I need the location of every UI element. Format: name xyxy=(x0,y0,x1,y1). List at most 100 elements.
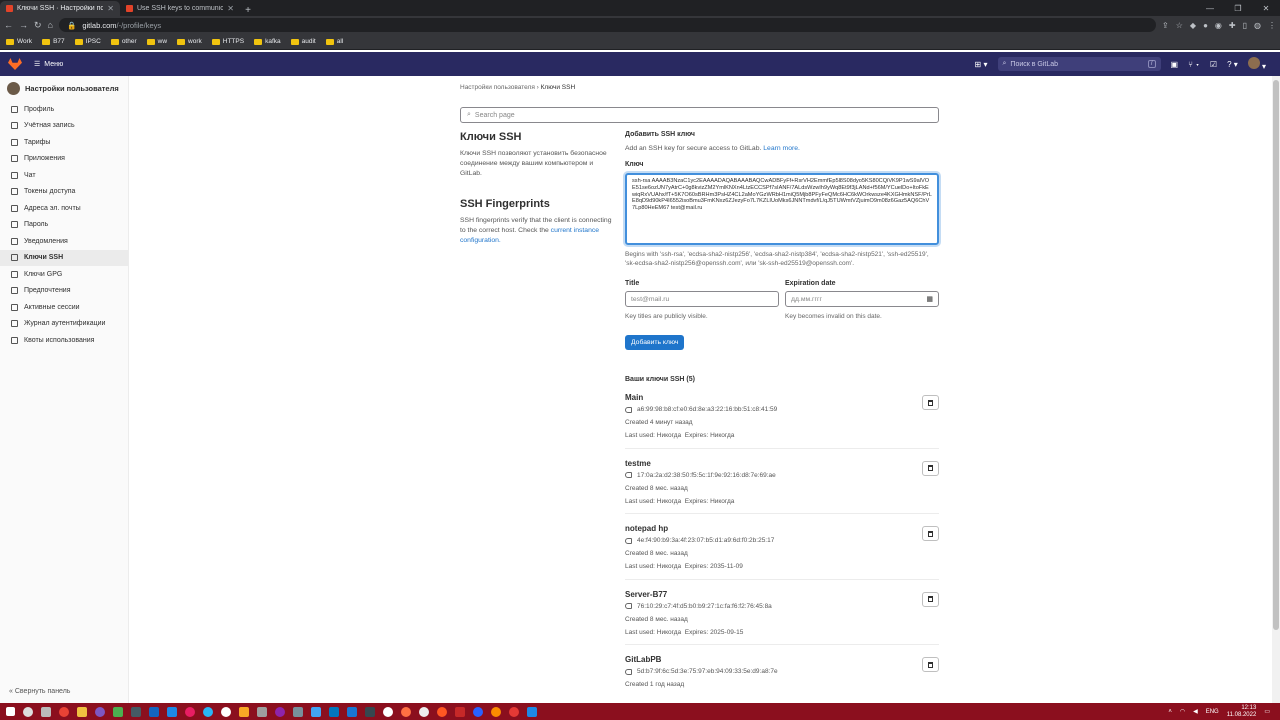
merge-requests-icon[interactable]: ⑂ ▾ xyxy=(1188,60,1200,69)
user-avatar-menu[interactable]: ▾ xyxy=(1247,57,1266,71)
collapse-sidebar-button[interactable]: « Свернуть панель xyxy=(9,688,70,695)
forward-icon[interactable]: → xyxy=(19,20,28,30)
puzzle-icon[interactable]: ✚ xyxy=(1229,21,1236,30)
back-icon[interactable]: ← xyxy=(4,20,13,30)
app-icon[interactable] xyxy=(437,706,447,717)
delete-key-button[interactable] xyxy=(922,657,939,672)
extension-icon[interactable]: ● xyxy=(1203,21,1208,30)
app-icon[interactable] xyxy=(221,706,231,717)
bookmark-folder[interactable]: ww xyxy=(146,38,167,45)
bookmark-folder[interactable]: other xyxy=(110,38,137,45)
extension-icon[interactable]: ◆ xyxy=(1190,21,1196,30)
delete-key-button[interactable] xyxy=(922,395,939,410)
word-icon[interactable] xyxy=(167,706,177,717)
page-scrollbar[interactable] xyxy=(1272,76,1280,703)
sidebar-item-emails[interactable]: Адреса эл. почты xyxy=(0,200,128,217)
app-icon[interactable] xyxy=(329,706,339,717)
profile-icon[interactable]: ◍ xyxy=(1254,21,1261,30)
key-title-link[interactable]: Server-B77 xyxy=(625,590,939,599)
add-key-button[interactable]: Добавить ключ xyxy=(625,335,685,350)
expiration-date-input[interactable]: дд.мм.гггг ▦ xyxy=(785,291,939,307)
close-window-icon[interactable]: ✕ xyxy=(1252,4,1280,13)
bookmark-star-icon[interactable]: ☆ xyxy=(1176,21,1183,30)
bookmark-folder[interactable]: audit xyxy=(290,38,316,45)
chrome-icon[interactable] xyxy=(509,706,519,717)
app-icon[interactable] xyxy=(419,706,429,717)
title-input[interactable]: test@mail.ru xyxy=(625,291,779,307)
gitlab-logo-icon[interactable] xyxy=(8,58,22,70)
sidebar-item-access-tokens[interactable]: Токены доступа xyxy=(0,184,128,201)
app-icon[interactable] xyxy=(95,706,105,717)
windows-start-icon[interactable] xyxy=(6,707,15,716)
wifi-icon[interactable]: ◠ xyxy=(1180,708,1185,715)
breadcrumb-current[interactable]: Ключи SSH xyxy=(541,84,576,91)
app-icon[interactable] xyxy=(383,706,393,717)
sidebar-item-preferences[interactable]: Предпочтения xyxy=(0,283,128,300)
app-icon[interactable] xyxy=(275,706,285,717)
share-icon[interactable]: ⇪ xyxy=(1162,21,1169,30)
app-icon[interactable] xyxy=(455,706,465,717)
bookmark-folder[interactable]: HTTPS xyxy=(211,38,244,45)
sidebar-item-profile[interactable]: Профиль xyxy=(0,101,128,118)
sidebar-item-auth-log[interactable]: Журнал аутентификации xyxy=(0,316,128,333)
app-icon[interactable] xyxy=(401,706,411,717)
language-indicator[interactable]: ENG xyxy=(1206,709,1219,715)
reload-icon[interactable]: ↻ xyxy=(34,20,42,31)
menu-button[interactable]: ☰ Меню xyxy=(34,60,63,69)
sidebar-item-applications[interactable]: Приложения xyxy=(0,151,128,168)
app-icon[interactable] xyxy=(185,706,195,717)
app-icon[interactable] xyxy=(131,706,141,717)
gitlab-search-input[interactable]: ⌕ Поиск в GitLab / xyxy=(997,57,1161,71)
close-tab-icon[interactable]: ✕ xyxy=(227,4,234,13)
browser-tab-active[interactable]: Ключи SSH · Настройки пользова ✕ xyxy=(0,1,120,16)
bookmark-folder[interactable]: kafka xyxy=(254,38,281,45)
todo-icon[interactable]: ☑ xyxy=(1210,60,1217,69)
app-icon[interactable] xyxy=(365,706,375,717)
app-icon[interactable] xyxy=(527,706,537,717)
new-item-icon[interactable]: ⊞ ▾ xyxy=(975,60,988,69)
browser-tab[interactable]: Use SSH keys to communicate w ✕ xyxy=(120,1,240,16)
telegram-icon[interactable] xyxy=(203,706,213,717)
sidebar-item-ssh-keys[interactable]: Ключи SSH xyxy=(0,249,128,266)
scrollbar-thumb[interactable] xyxy=(1273,80,1279,630)
key-textarea[interactable]: ssh-rsa AAAAB3NzaC1yc2EAAAADAQABAAABAQCw… xyxy=(625,173,939,245)
sidebar-item-gpg-keys[interactable]: Ключи GPG xyxy=(0,266,128,283)
app-icon[interactable] xyxy=(113,706,123,717)
task-view-icon[interactable] xyxy=(41,706,51,717)
learn-more-link[interactable]: Learn more. xyxy=(763,145,800,152)
url-input[interactable]: 🔒 gitlab.com/-/profile/keys xyxy=(58,18,1157,32)
search-page-input[interactable]: ⌕ Search page xyxy=(460,107,939,123)
breadcrumb-parent[interactable]: Настройки пользователя xyxy=(460,84,535,91)
sidebar-item-password[interactable]: Пароль xyxy=(0,217,128,234)
sidebar-item-account[interactable]: Учётная запись xyxy=(0,118,128,135)
tray-arrow-icon[interactable]: ˄ xyxy=(1168,709,1172,715)
sidebar-item-chat[interactable]: Чат xyxy=(0,167,128,184)
sidebar-item-notifications[interactable]: Уведомления xyxy=(0,233,128,250)
bookmark-folder[interactable]: IPSC xyxy=(74,38,101,45)
app-icon[interactable] xyxy=(257,706,267,717)
bookmark-folder[interactable]: all xyxy=(325,38,343,45)
delete-key-button[interactable] xyxy=(922,460,939,476)
key-title-link[interactable]: GitLabPB xyxy=(625,655,939,664)
extension-icon[interactable]: ◉ xyxy=(1215,21,1222,30)
search-icon[interactable] xyxy=(23,706,33,717)
issues-icon[interactable]: ▣ xyxy=(1171,60,1179,69)
chrome-icon[interactable] xyxy=(59,706,69,717)
sidebar-header[interactable]: Настройки пользователя xyxy=(0,76,128,101)
home-icon[interactable]: ⌂ xyxy=(48,20,53,30)
maximize-icon[interactable]: ❐ xyxy=(1224,4,1252,13)
volume-icon[interactable]: ◀ xyxy=(1193,708,1198,715)
key-title-link[interactable]: notepad hp xyxy=(625,524,939,533)
key-title-link[interactable]: Main xyxy=(625,393,939,402)
bookmark-folder[interactable]: B77 xyxy=(42,38,65,45)
bookmark-folder[interactable]: Work xyxy=(6,38,32,45)
sublime-icon[interactable] xyxy=(239,706,249,717)
more-icon[interactable]: ⋮ xyxy=(1268,21,1276,30)
minimize-icon[interactable]: — xyxy=(1196,4,1224,13)
clock[interactable]: 12:13 11.08.2022 xyxy=(1227,705,1257,719)
app-icon[interactable] xyxy=(293,706,303,717)
delete-key-button[interactable] xyxy=(922,526,939,541)
sidebar-item-billing[interactable]: Тарифы xyxy=(0,134,128,151)
help-icon[interactable]: ? ▾ xyxy=(1227,60,1238,69)
app-icon[interactable] xyxy=(473,706,483,717)
